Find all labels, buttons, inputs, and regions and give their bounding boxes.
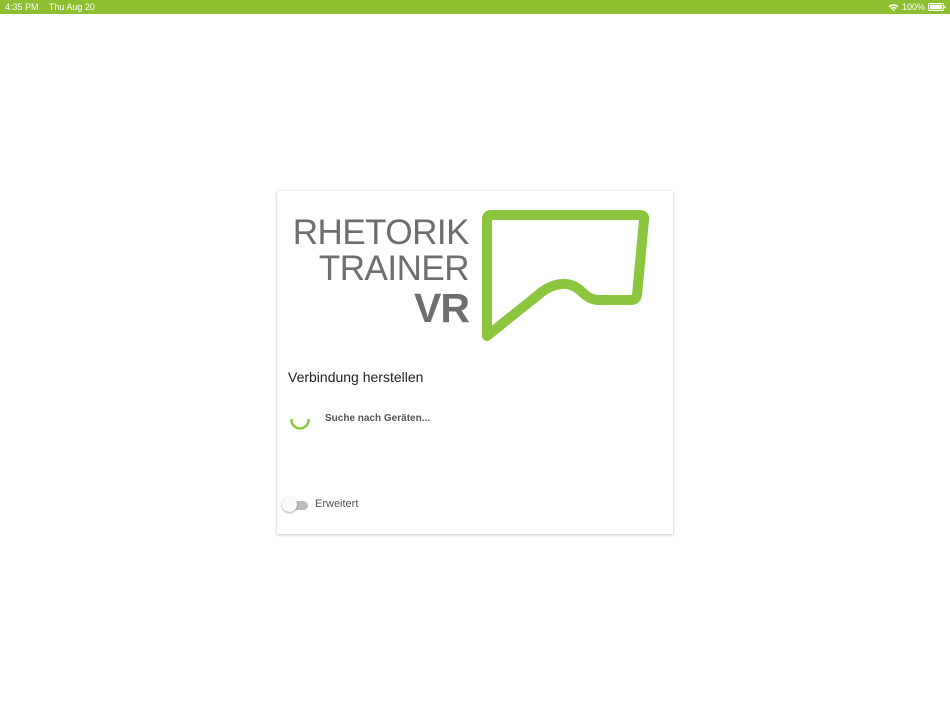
status-date: Thu Aug 20 <box>48 2 95 12</box>
logo-line-vr: VR <box>414 285 470 331</box>
status-time: 4:35 PM <box>5 2 39 12</box>
logo: RHETORIK TRAINER VR <box>277 191 673 351</box>
advanced-toggle[interactable] <box>282 497 310 513</box>
searching-status-text: Suche nach Geräten... <box>325 413 431 424</box>
status-bar: 4:35 PM Thu Aug 20 100% <box>0 0 950 14</box>
connection-dialog: RHETORIK TRAINER VR Verbindung herstelle… <box>277 191 673 534</box>
logo-line-trainer: TRAINER <box>318 249 470 288</box>
speech-bubble-icon <box>482 210 650 341</box>
dialog-title: Verbindung herstellen <box>288 369 424 385</box>
spinner-icon <box>290 418 310 430</box>
logo-text: RHETORIK TRAINER VR <box>292 213 470 331</box>
battery-icon <box>928 3 946 11</box>
wifi-icon <box>888 3 899 11</box>
advanced-toggle-label[interactable]: Erweitert <box>315 498 358 510</box>
status-left: 4:35 PM Thu Aug 20 <box>5 0 103 14</box>
status-right: 100% <box>888 0 946 14</box>
toggle-knob <box>282 497 297 512</box>
logo-line-rhetorik: RHETORIK <box>292 213 470 252</box>
battery-percent: 100% <box>901 2 925 12</box>
